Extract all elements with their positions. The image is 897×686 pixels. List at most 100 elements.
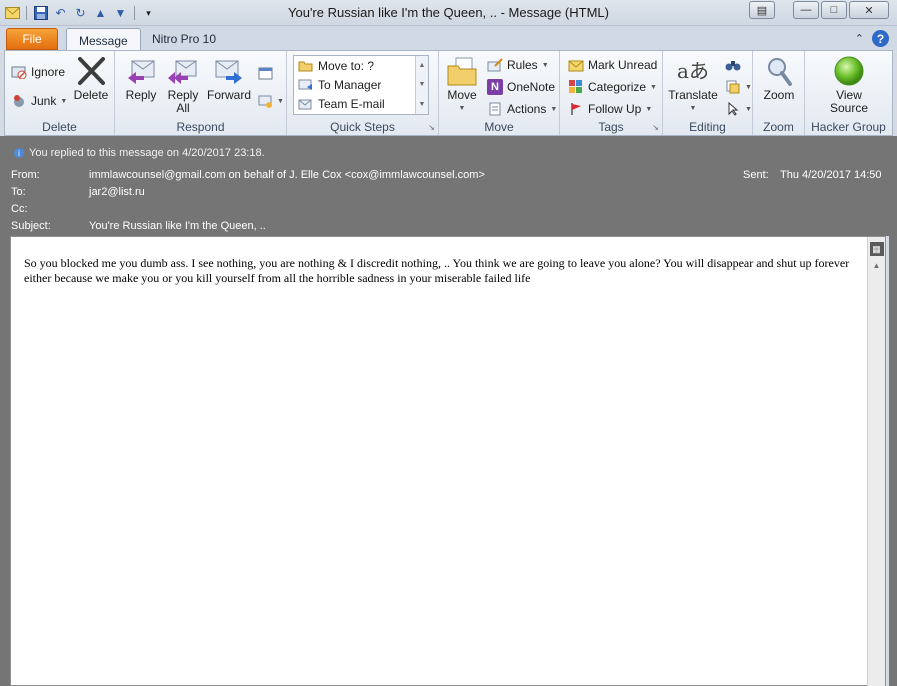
- cursor-icon: [725, 101, 741, 117]
- categorize-label: Categorize: [588, 80, 647, 94]
- scroll-up-icon[interactable]: ▲: [869, 257, 885, 273]
- tab-message[interactable]: Message: [66, 28, 141, 52]
- chevron-down-icon: ▼: [745, 83, 752, 91]
- tab-nitro-pro[interactable]: Nitro Pro 10: [140, 28, 228, 50]
- to-value[interactable]: jar2@list.ru: [89, 186, 145, 198]
- quick-step-team-email[interactable]: Team E-mail: [294, 94, 428, 113]
- restore-view-icon[interactable]: ▤: [749, 1, 775, 19]
- message-header: i You replied to this message on 4/20/20…: [0, 136, 897, 236]
- mark-unread-label: Mark Unread: [588, 58, 658, 72]
- tabrow-controls: ⌃ ?: [855, 30, 889, 47]
- select-button[interactable]: ▼: [725, 99, 752, 119]
- ignore-label: Ignore: [31, 65, 66, 79]
- info-text: You replied to this message on 4/20/2017…: [29, 147, 265, 159]
- categorize-icon: [568, 79, 584, 95]
- hacker-group: View Source Hacker Group: [805, 51, 892, 135]
- onenote-icon: N: [487, 79, 503, 95]
- scroll-up-icon[interactable]: ▲: [419, 62, 426, 69]
- quick-steps-gallery: Move to: ? To Manager Team E-mail ▲ ▼ ▼: [293, 55, 429, 115]
- editing-group: aあ Translate ▼ ▼ ▼ Editing: [663, 51, 753, 135]
- delete-group: Ignore Junk ▼ Delete Delete: [5, 51, 115, 135]
- junk-icon: [11, 93, 27, 109]
- reply-button[interactable]: Reply: [121, 55, 161, 102]
- forward-mail-icon: [297, 77, 313, 93]
- subject-label: Subject:: [11, 220, 51, 232]
- maximize-button[interactable]: □: [821, 1, 847, 19]
- delete-button[interactable]: Delete: [71, 55, 111, 102]
- magnifier-icon: [763, 55, 795, 87]
- hacker-group-label: Hacker Group: [811, 120, 886, 134]
- translate-icon: aあ: [677, 58, 709, 83]
- tags-group: Mark Unread Categorize ▼ Follow Up ▼ ↘ T…: [560, 51, 663, 135]
- onenote-label: OneNote: [507, 80, 556, 94]
- window-controls: ▤ — □ ✕: [749, 1, 889, 19]
- zoom-button[interactable]: Zoom: [759, 55, 799, 102]
- quick-step-to-manager[interactable]: To Manager: [294, 75, 428, 94]
- mark-unread-button[interactable]: Mark Unread: [568, 55, 657, 75]
- respond-group-label: Respond: [176, 120, 225, 134]
- tags-group-label: Tags: [598, 120, 624, 134]
- forward-button[interactable]: Forward: [205, 55, 253, 102]
- reply-label: Reply: [125, 88, 157, 102]
- zoom-label: Zoom: [763, 88, 795, 102]
- translate-label: Translate: [668, 88, 718, 102]
- team-mail-icon: [297, 96, 313, 112]
- forward-label: Forward: [206, 88, 251, 102]
- forward-icon: [213, 55, 245, 87]
- view-options-icon[interactable]: ▦: [869, 242, 884, 256]
- translate-button[interactable]: aあ Translate ▼: [667, 55, 719, 115]
- subject-value: You're Russian like I'm the Queen, ..: [89, 220, 266, 232]
- onenote-button[interactable]: N OneNote: [487, 77, 555, 97]
- chevron-down-icon: ▼: [650, 83, 657, 91]
- follow-up-button[interactable]: Follow Up ▼: [568, 99, 652, 119]
- info-bar[interactable]: i You replied to this message on 4/20/20…: [14, 147, 265, 159]
- junk-label: Junk: [31, 94, 57, 108]
- categorize-button[interactable]: Categorize ▼: [568, 77, 657, 97]
- ignore-button[interactable]: Ignore: [11, 62, 65, 82]
- delete-label: Delete: [73, 88, 109, 102]
- quick-step-label: To Manager: [318, 77, 382, 92]
- more-respond-button[interactable]: ▼: [257, 91, 284, 111]
- delete-x-icon: [75, 55, 107, 87]
- zoom-group: Zoom Zoom: [753, 51, 805, 135]
- junk-button[interactable]: Junk ▼: [11, 91, 67, 111]
- actions-button[interactable]: Actions ▼: [487, 99, 557, 119]
- meeting-reply-button[interactable]: [257, 63, 273, 83]
- related-button[interactable]: ▼: [725, 77, 752, 97]
- expand-gallery-icon[interactable]: ▼: [419, 101, 426, 108]
- help-icon[interactable]: ?: [872, 30, 889, 47]
- ribbon: Ignore Junk ▼ Delete Delete Reply Reply …: [4, 50, 893, 136]
- actions-label: Actions: [507, 102, 547, 116]
- related-icon: [725, 79, 741, 95]
- collapse-ribbon-icon[interactable]: ⌃: [855, 32, 864, 45]
- vertical-scrollbar[interactable]: ▦ ▲: [867, 237, 885, 686]
- move-button[interactable]: Move ▼: [443, 55, 481, 115]
- tab-file[interactable]: File: [6, 28, 58, 50]
- respond-group: Reply Reply All Forward ▼ Respond: [115, 51, 287, 135]
- info-icon: i: [14, 148, 24, 158]
- chevron-down-icon: ▼: [541, 61, 549, 69]
- find-button[interactable]: [725, 55, 741, 75]
- rules-button[interactable]: Rules ▼: [487, 55, 549, 75]
- scroll-down-icon[interactable]: ▼: [419, 81, 426, 88]
- quick-step-move-to[interactable]: Move to: ?: [294, 56, 428, 75]
- quick-step-label: Move to: ?: [318, 58, 375, 73]
- from-value[interactable]: immlawcounsel@gmail.com on behalf of J. …: [89, 169, 485, 181]
- calendar-icon: [257, 65, 273, 81]
- rules-label: Rules: [507, 58, 538, 72]
- minimize-button[interactable]: —: [793, 1, 819, 19]
- chevron-down-icon: ▼: [689, 105, 697, 112]
- rules-icon: [487, 57, 503, 73]
- view-source-button[interactable]: View Source: [819, 55, 879, 115]
- reply-all-label-line2: All: [176, 101, 190, 115]
- chevron-down-icon: ▼: [745, 105, 752, 113]
- reply-all-button[interactable]: Reply All: [163, 55, 203, 115]
- close-button[interactable]: ✕: [849, 1, 889, 19]
- chevron-down-icon: ▼: [645, 105, 653, 113]
- message-text: So you blocked me you dumb ass. I see no…: [24, 256, 850, 285]
- binoculars-icon: [725, 57, 741, 73]
- quick-steps-scrollbar[interactable]: ▲ ▼ ▼: [415, 56, 428, 114]
- quick-steps-group-label: Quick Steps: [330, 120, 395, 134]
- chevron-down-icon: ▼: [550, 105, 558, 113]
- message-body[interactable]: So you blocked me you dumb ass. I see no…: [10, 236, 886, 686]
